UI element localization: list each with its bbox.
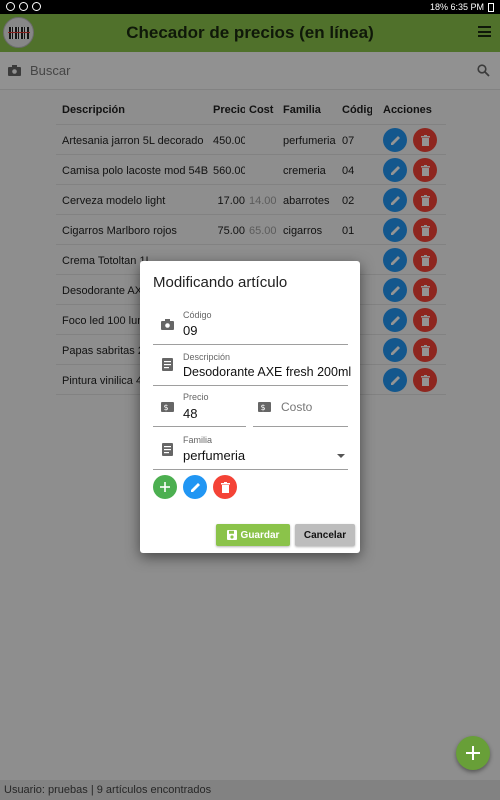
costo-field[interactable]: Costo [281, 400, 312, 414]
svg-text:$: $ [164, 403, 169, 412]
svg-text:$: $ [261, 403, 266, 412]
notification-icon [32, 2, 41, 11]
document-icon [162, 443, 173, 456]
add-item-fab[interactable] [456, 736, 490, 770]
codigo-underline [153, 344, 348, 345]
precio-field[interactable]: 48 [183, 406, 197, 421]
notification-icon [19, 2, 28, 11]
price-tag-icon: $ [258, 402, 271, 412]
status-bar: 18% 6:35 PM [0, 0, 500, 14]
save-icon [226, 530, 237, 540]
cancel-button-label: Cancelar [303, 529, 347, 541]
status-text: 18% 6:35 PM [429, 2, 484, 12]
notification-icon [6, 2, 15, 11]
precio-label: Precio [183, 392, 209, 402]
plus-icon [466, 746, 480, 760]
pencil-icon [190, 482, 200, 492]
codigo-label: Código [183, 310, 212, 320]
add-familia-button[interactable] [153, 475, 177, 499]
familia-underline [153, 469, 348, 470]
familia-label: Familia [183, 435, 213, 445]
document-icon [162, 358, 173, 371]
trash-icon [220, 481, 230, 493]
codigo-field[interactable]: 09 [183, 323, 197, 338]
save-button-label: Guardar [240, 529, 280, 541]
save-button[interactable]: Guardar [216, 524, 290, 546]
battery-icon [488, 2, 494, 12]
camera-icon[interactable] [161, 319, 174, 330]
edit-familia-button[interactable] [183, 475, 207, 499]
edit-item-dialog: Modificando artículo Código 09 Descripci… [140, 261, 360, 553]
precio-underline [153, 426, 246, 427]
costo-underline [253, 426, 348, 427]
footer-overlay [0, 780, 500, 800]
cancel-button[interactable]: Cancelar [295, 524, 355, 546]
price-tag-icon: $ [161, 402, 174, 412]
dropdown-icon[interactable] [337, 454, 345, 458]
descripcion-label: Descripción [183, 352, 231, 362]
plus-icon [160, 482, 170, 492]
descripcion-field[interactable]: Desodorante AXE fresh 200ml [183, 365, 351, 379]
familia-select[interactable]: perfumeria [183, 448, 245, 463]
notification-icons [6, 2, 41, 11]
dialog-title: Modificando artículo [153, 274, 288, 291]
delete-familia-button[interactable] [213, 475, 237, 499]
familia-actions [153, 475, 237, 499]
descripcion-underline [153, 385, 348, 386]
